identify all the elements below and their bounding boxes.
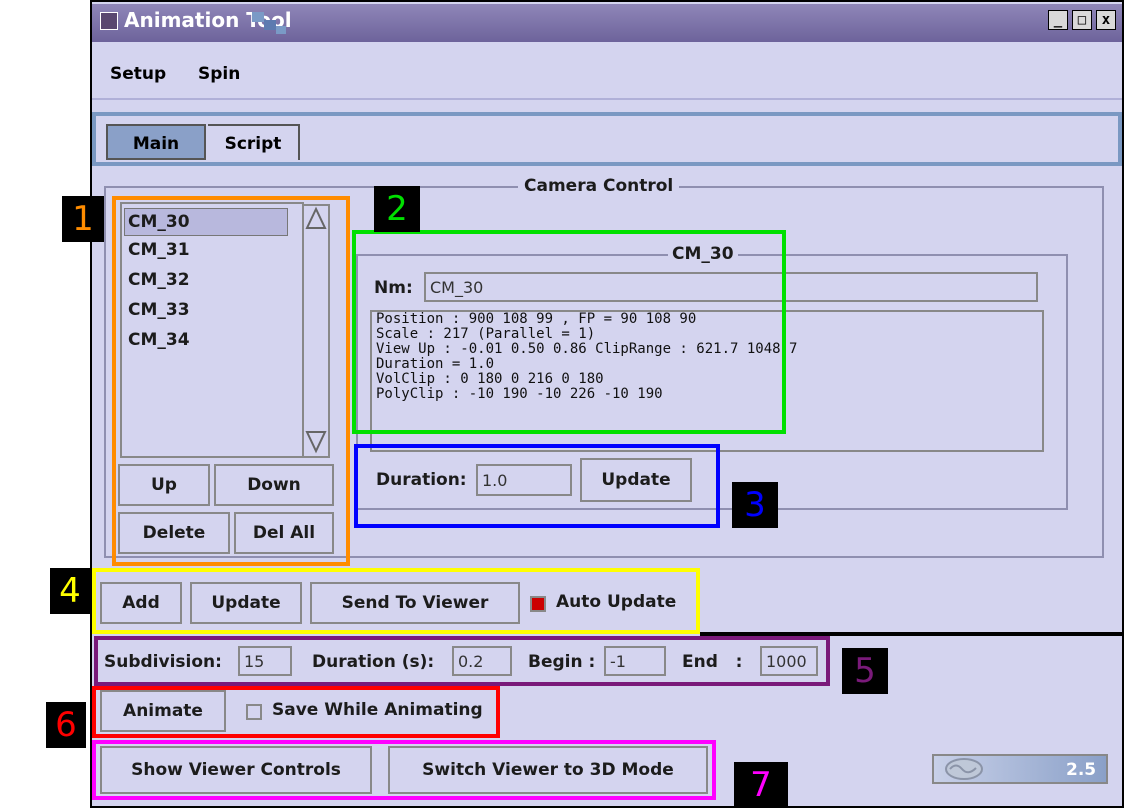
marker-4: 4 — [50, 568, 90, 614]
marker-6: 6 — [46, 702, 86, 748]
highlight-box-3 — [354, 444, 720, 528]
tab-script[interactable]: Script — [208, 124, 300, 160]
highlight-box-1 — [112, 196, 350, 566]
close-button[interactable]: x — [1096, 10, 1116, 30]
marker-2: 2 — [374, 186, 420, 232]
brain-logo-icon — [945, 758, 983, 780]
marker-7: 7 — [734, 762, 788, 808]
menu-bar — [92, 42, 1122, 100]
app-icon — [100, 12, 118, 30]
minimize-button[interactable]: _ — [1048, 10, 1068, 30]
menu-spin[interactable]: Spin — [198, 64, 240, 84]
tab-main[interactable]: Main — [106, 124, 206, 160]
highlight-box-4 — [92, 568, 700, 634]
camera-control-title: Camera Control — [518, 176, 680, 196]
highlight-box-7 — [92, 740, 716, 800]
marker-3: 3 — [732, 482, 778, 528]
highlight-box-5 — [94, 636, 830, 686]
title-decoration-icon — [252, 12, 286, 34]
version-number: 2.5 — [1066, 760, 1097, 780]
marker-5: 5 — [842, 648, 888, 694]
highlight-box-2 — [352, 230, 786, 434]
marker-1: 1 — [62, 196, 104, 242]
highlight-box-6 — [92, 686, 500, 738]
maximize-button[interactable]: □ — [1072, 10, 1092, 30]
menu-setup[interactable]: Setup — [110, 64, 166, 84]
